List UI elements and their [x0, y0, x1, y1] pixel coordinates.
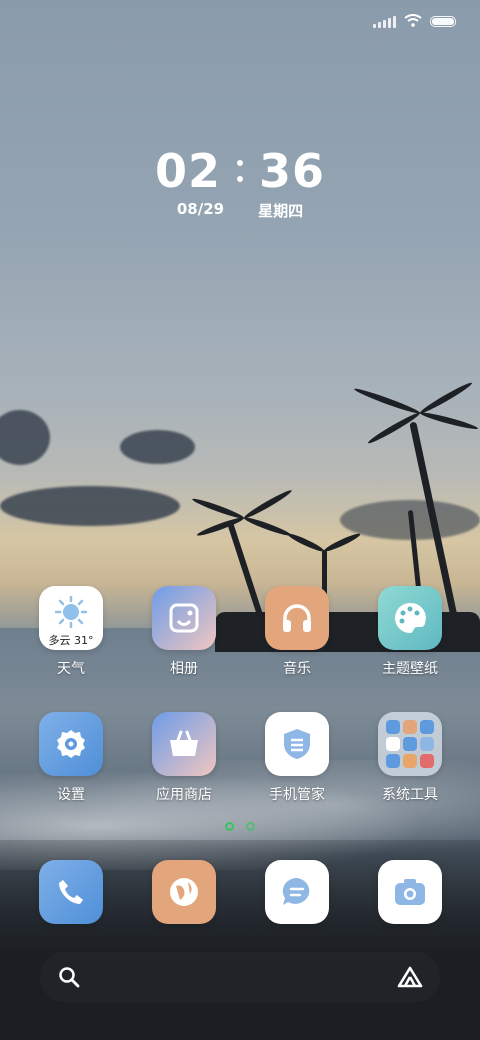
palette-icon: [378, 586, 442, 650]
wallpaper-cloud: [0, 410, 50, 465]
search-bar[interactable]: [40, 952, 440, 1002]
wifi-icon: [404, 12, 422, 31]
search-icon[interactable]: [58, 966, 80, 992]
shield-icon: [265, 712, 329, 776]
clock-colon: [237, 160, 243, 182]
palm-frond: [353, 386, 422, 416]
page-dot[interactable]: [246, 822, 255, 831]
app-gallery[interactable]: 相册: [136, 586, 232, 678]
phone-icon: [39, 860, 103, 924]
app-themes[interactable]: 主题壁纸: [362, 586, 458, 678]
camera-icon: [378, 860, 442, 924]
palm-frond: [286, 531, 326, 554]
app-label: 设置: [57, 787, 85, 803]
message-icon: [265, 860, 329, 924]
app-label: 手机管家: [269, 787, 325, 803]
clock-minute: 36: [259, 144, 326, 198]
signal-icon: [373, 15, 396, 28]
app-store[interactable]: 应用商店: [136, 712, 232, 804]
palm-frond: [322, 531, 362, 554]
app-label: 应用商店: [156, 787, 212, 803]
clock-hour: 02: [154, 144, 221, 198]
dock-phone[interactable]: [23, 860, 119, 924]
app-label: 系统工具: [382, 787, 438, 803]
app-weather[interactable]: 多云 31° 天气: [23, 586, 119, 678]
palm-frond: [242, 487, 294, 521]
palm-frond: [418, 380, 474, 416]
dock-camera[interactable]: [362, 860, 458, 924]
page-indicator[interactable]: [0, 822, 480, 831]
headphones-icon: [265, 586, 329, 650]
shopping-bag-icon: [152, 712, 216, 776]
gear-icon: [39, 712, 103, 776]
gallery-icon: [152, 586, 216, 650]
app-label: 天气: [57, 661, 85, 677]
app-folder-system-tools[interactable]: 系统工具: [362, 712, 458, 804]
wallpaper-cloud: [120, 430, 195, 464]
app-label: 音乐: [283, 661, 311, 677]
page-dot-active[interactable]: [225, 822, 234, 831]
palm-frond: [195, 515, 246, 538]
battery-icon: [430, 16, 456, 27]
dock-browser[interactable]: [136, 860, 232, 924]
app-music[interactable]: 音乐: [249, 586, 345, 678]
clock-date: 08/29: [176, 200, 225, 218]
folder-mini-icons: [386, 720, 434, 768]
palm-frond: [419, 410, 479, 432]
wallpaper-cloud: [0, 486, 180, 526]
clock-widget[interactable]: 02 36 08/29 星期四: [0, 144, 480, 221]
weather-icon: 多云 31°: [39, 586, 103, 650]
palm-frond: [242, 515, 293, 538]
status-bar: [373, 12, 456, 31]
folder-icon: [378, 712, 442, 776]
dock-messages[interactable]: [249, 860, 345, 924]
app-settings[interactable]: 设置: [23, 712, 119, 804]
assistant-icon[interactable]: [396, 965, 424, 993]
app-security[interactable]: 手机管家: [249, 712, 345, 804]
clock-weekday: 星期四: [258, 202, 304, 220]
app-label: 相册: [170, 661, 198, 677]
app-label: 主题壁纸: [382, 661, 438, 677]
browser-icon: [152, 860, 216, 924]
weather-widget-text: 多云 31°: [48, 634, 94, 647]
